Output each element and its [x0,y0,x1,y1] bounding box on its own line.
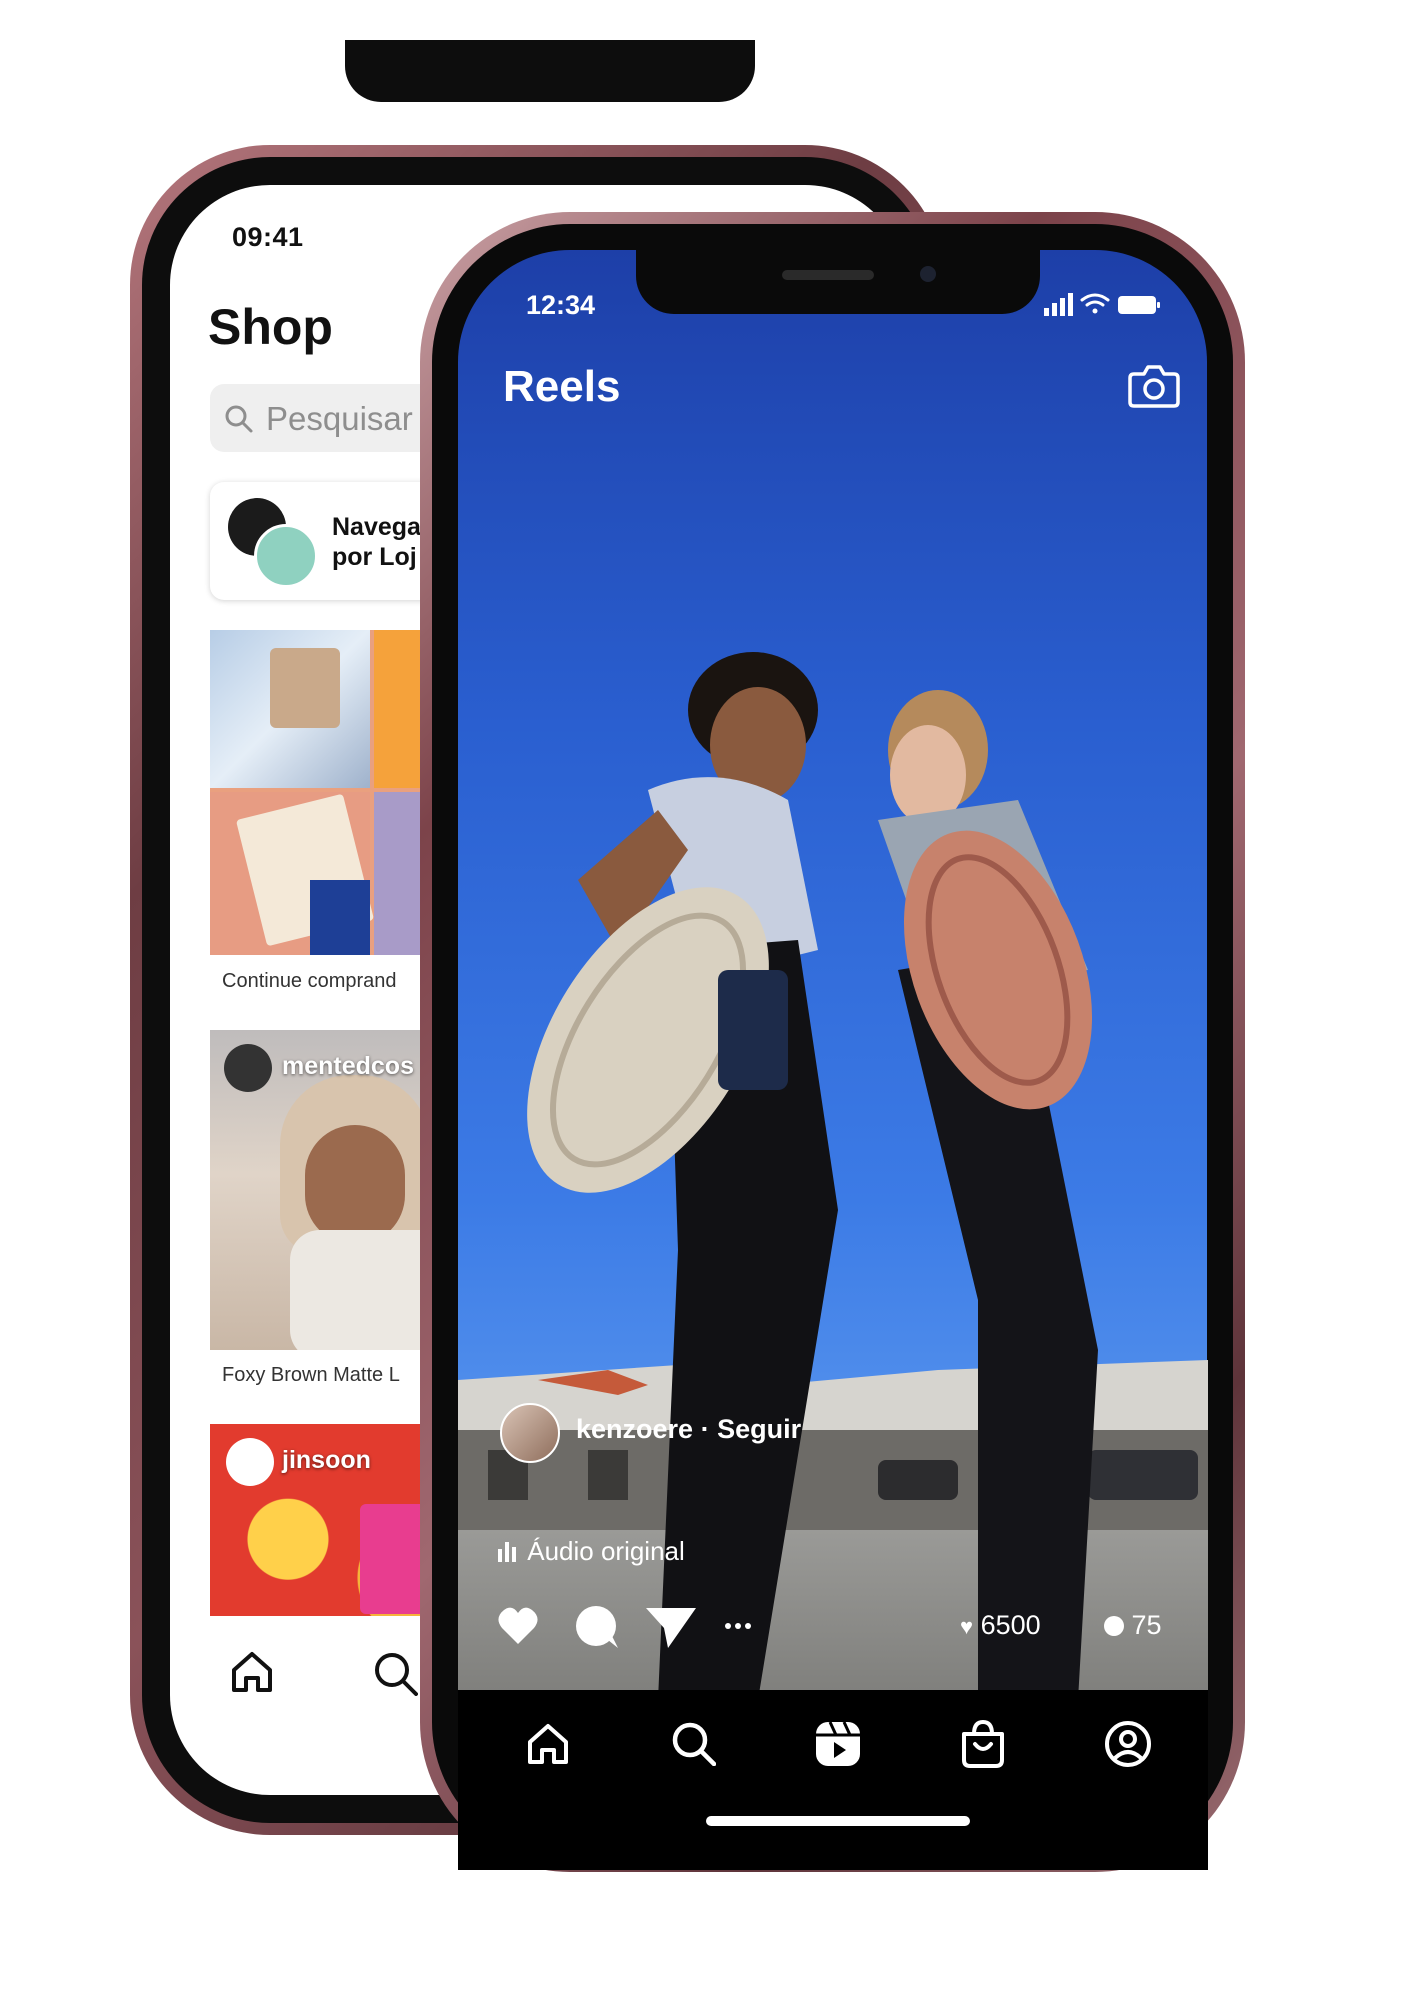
tab-reels[interactable] [814,1720,862,1773]
profile-icon [1105,1721,1151,1767]
signal-icon [1044,293,1073,316]
front-phone-notch [636,250,1040,314]
author-row: kenzoere · Seguir [576,1414,801,1445]
camera-icon[interactable] [1128,362,1180,413]
tab-shop[interactable] [960,1719,1006,1773]
search-placeholder: Pesquisar [266,400,413,437]
wifi-icon [1080,293,1110,314]
search-icon [672,1722,717,1767]
comment-count-value: 75 [1131,1610,1162,1640]
tab-profile[interactable] [1104,1720,1152,1773]
like-count-value: 6500 [980,1610,1041,1640]
earpiece [782,270,874,280]
tab-bar [458,1690,1208,1870]
comment-icon [576,1606,618,1648]
home-icon[interactable] [228,1648,276,1701]
post-username: jinsoon [282,1446,371,1474]
home-indicator[interactable] [706,1816,970,1826]
more-icon [725,1623,751,1629]
avatar[interactable] [500,1403,560,1463]
heart-icon [498,1607,538,1644]
search-icon [225,405,253,433]
audio-bars-icon [498,1542,516,1562]
separator: · [700,1414,710,1444]
shop-icon [962,1719,1004,1768]
like-count[interactable]: ♥ 6500 [960,1610,1041,1641]
status-time: 12:34 [526,290,596,320]
home-icon [528,1724,568,1764]
post-caption: Foxy Brown Matte L [222,1364,400,1386]
post-username: mentedcos [282,1052,414,1080]
audio-label: Áudio original [527,1536,685,1566]
page-title: Shop [208,299,333,355]
shop-avatar [254,524,318,588]
search-icon[interactable] [372,1650,418,1701]
status-time: 09:41 [232,222,304,252]
tab-search[interactable] [670,1720,717,1771]
follow-button[interactable]: Seguir [717,1414,801,1444]
collage-caption: Continue comprand [222,970,397,992]
author-username[interactable]: kenzoere [576,1414,693,1444]
back-phone-notch [345,40,755,102]
tab-home[interactable] [524,1720,572,1773]
reel-actions [496,1598,796,1663]
share-icon [646,1608,696,1648]
audio-row[interactable]: Áudio original [498,1536,685,1567]
shop-card-label: Navega por Loj [332,513,421,571]
status-icons [1044,290,1164,325]
front-camera [920,266,936,282]
reels-icon [816,1721,860,1766]
comment-count[interactable]: 75 [1104,1610,1162,1641]
page-title: Reels [503,362,621,411]
battery-icon [1118,296,1160,314]
